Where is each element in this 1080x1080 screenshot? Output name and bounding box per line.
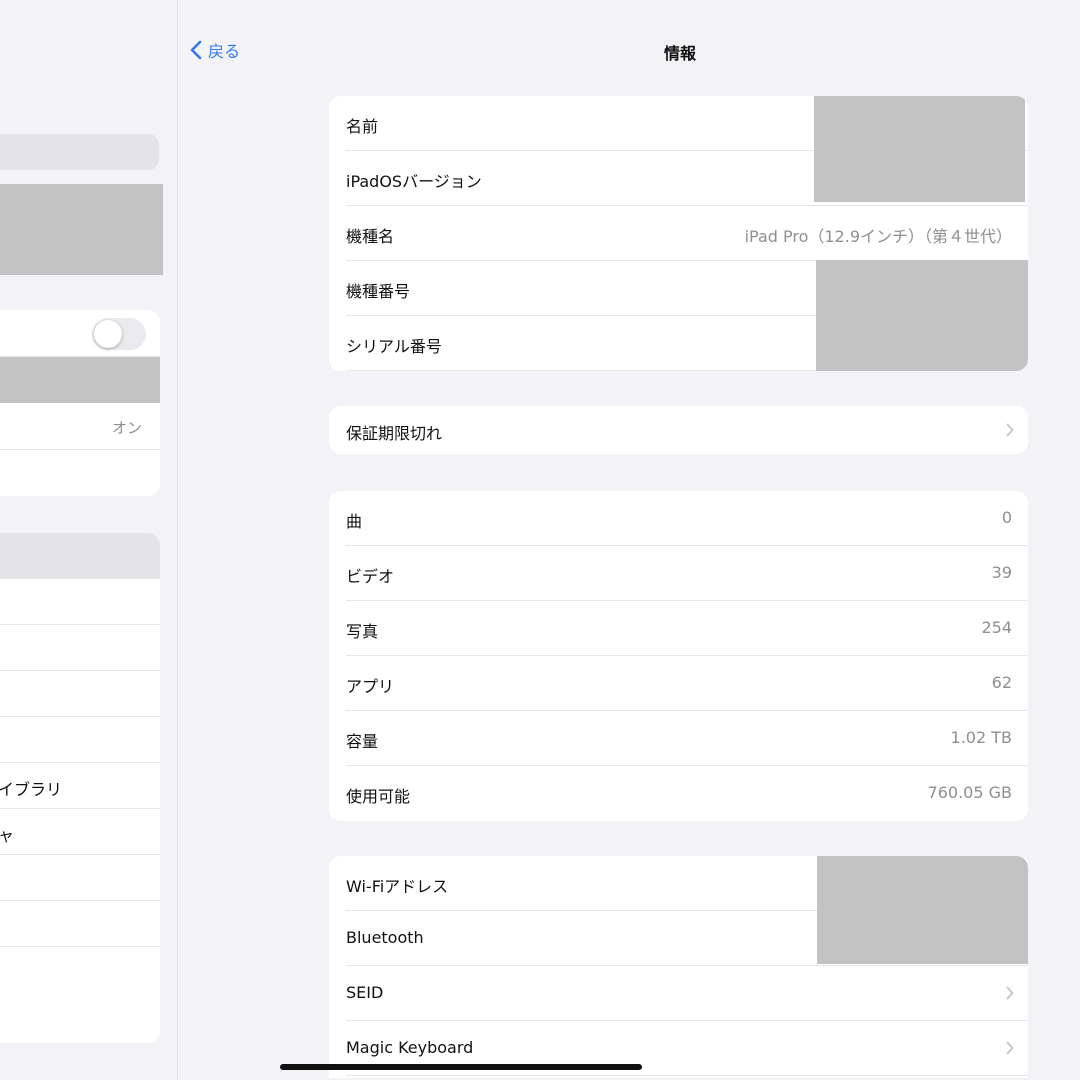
row-label: 使用可能	[346, 787, 411, 806]
available-row: 使用可能 760.05 GB	[329, 766, 1028, 821]
row-label: アプリ	[346, 677, 395, 696]
sidebar-group-apps: イブラリ ャ	[0, 533, 160, 1043]
row-value: 254	[981, 618, 1012, 637]
toggle-knob	[94, 320, 122, 348]
row-label: 名前	[346, 117, 379, 136]
row-value: 0	[1001, 508, 1012, 527]
row-value: 1.02 TB	[950, 728, 1012, 747]
row-label: Wi-Fiアドレス	[346, 877, 449, 896]
device-info-card: 名前 iPadOSバージョン 機種名 iPad Pro（12.9インチ）（第４世…	[329, 96, 1028, 371]
back-button-label: 戻る	[208, 42, 241, 61]
settings-sidebar: オン イブラリ ャ	[0, 0, 178, 1080]
sidebar-item[interactable]	[0, 901, 160, 947]
row-label: 機種名	[346, 227, 395, 246]
sidebar-toggle-switch[interactable]	[92, 318, 146, 350]
sidebar-item[interactable]	[0, 579, 160, 625]
row-label: ビデオ	[346, 567, 395, 586]
row-label: Bluetooth	[346, 928, 424, 947]
sidebar-item[interactable]	[0, 625, 160, 671]
sidebar-search-field[interactable]	[0, 134, 159, 170]
row-value: iPad Pro（12.9インチ）（第４世代）	[744, 227, 1012, 246]
songs-row: 曲 0	[329, 491, 1028, 546]
sidebar-item-library[interactable]: イブラリ	[0, 763, 160, 809]
row-value: 39	[991, 563, 1012, 582]
row-label: 保証期限切れ	[346, 424, 443, 443]
sidebar-item-value: オン	[111, 419, 142, 437]
redacted-values-block	[817, 856, 1028, 964]
sidebar-item-label: イブラリ	[0, 780, 63, 799]
row-label: 曲	[346, 512, 363, 531]
sidebar-item-with-value[interactable]: オン	[0, 403, 160, 450]
videos-row: ビデオ 39	[329, 546, 1028, 601]
chevron-right-icon	[1006, 423, 1014, 437]
row-label: SEID	[346, 983, 384, 1002]
network-info-card: Wi-Fiアドレス Bluetooth SEID Magic Keyboard	[329, 856, 1028, 1078]
warranty-row[interactable]: 保証期限切れ	[329, 406, 1028, 454]
redacted-account-block	[0, 184, 163, 275]
model-name-row: 機種名 iPad Pro（12.9インチ）（第４世代）	[329, 206, 1028, 261]
sidebar-group-connectivity: オン	[0, 310, 160, 496]
sidebar-item[interactable]	[0, 717, 160, 763]
capacity-row: 容量 1.02 TB	[329, 711, 1028, 766]
row-value: 62	[991, 673, 1012, 692]
sidebar-item-selected[interactable]	[0, 533, 160, 579]
row-label: 容量	[346, 732, 379, 751]
sidebar-item-label: ャ	[0, 822, 14, 846]
media-storage-card: 曲 0 ビデオ 39 写真 254 アプリ 62 容量 1.02 TB 使用可能…	[329, 491, 1028, 821]
row-label: シリアル番号	[346, 337, 442, 356]
sidebar-item-toggle-row[interactable]	[0, 310, 160, 357]
row-label: 機種番号	[346, 282, 411, 301]
sidebar-item[interactable]	[0, 855, 160, 901]
home-indicator[interactable]	[280, 1064, 642, 1070]
apps-row: アプリ 62	[329, 656, 1028, 711]
seid-row[interactable]: SEID	[329, 966, 1028, 1021]
row-label: 写真	[346, 622, 379, 641]
sidebar-item[interactable]	[0, 947, 160, 992]
sidebar-item-truncated[interactable]: ャ	[0, 809, 160, 855]
chevron-right-icon	[1006, 1041, 1014, 1055]
warranty-card: 保証期限切れ	[329, 406, 1028, 454]
back-button[interactable]: 戻る	[190, 38, 240, 62]
row-value: 760.05 GB	[927, 783, 1012, 802]
sidebar-item[interactable]	[0, 671, 160, 717]
chevron-left-icon	[190, 40, 202, 60]
redacted-values-block	[816, 260, 1028, 371]
photos-row: 写真 254	[329, 601, 1028, 656]
page-title: 情報	[663, 44, 696, 63]
row-label: iPadOSバージョン	[346, 172, 482, 191]
row-label: Magic Keyboard	[346, 1038, 474, 1057]
sidebar-item-blank[interactable]	[0, 450, 160, 496]
redacted-values-block	[814, 96, 1025, 202]
chevron-right-icon	[1006, 986, 1014, 1000]
redacted-sidebar-item	[0, 357, 160, 403]
